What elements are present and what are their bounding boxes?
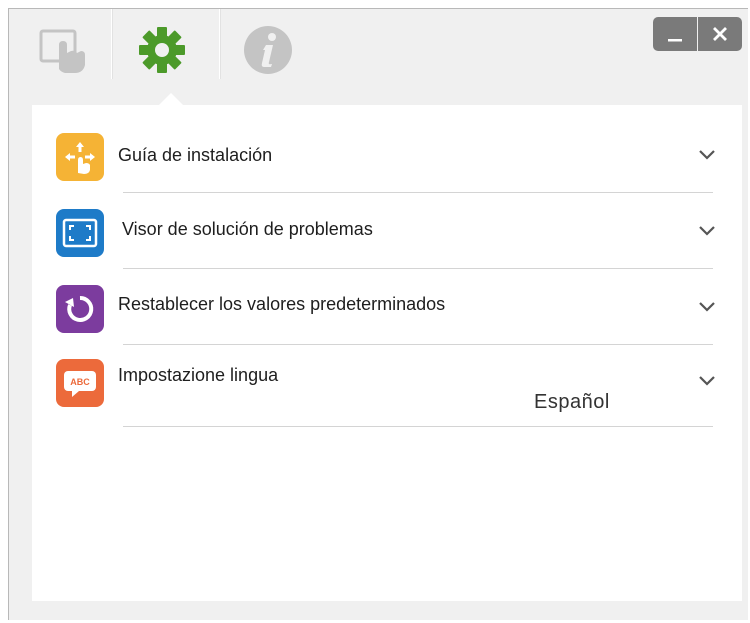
reset-defaults-item[interactable]: Restablecer los valores predeterminados [32,271,742,345]
minimize-icon [668,39,682,42]
language-icon: ABC [56,359,104,407]
tab-touch[interactable] [25,19,103,81]
settings-panel: Guía de instalación Visor de solución de… [32,105,742,601]
svg-text:ABC: ABC [70,377,90,387]
close-button[interactable] [698,17,742,51]
chevron-down-icon[interactable] [698,149,716,161]
tab-divider [219,9,220,79]
close-icon [713,27,727,41]
hand-touch-icon [39,29,85,73]
troubleshoot-viewer-label: Visor de solución de problemas [122,219,373,239]
setup-guide-item[interactable]: Guía de instalación [32,119,742,193]
language-setting-item[interactable]: ABC Impostazione lingua Español [32,345,742,427]
tab-settings[interactable] [123,19,201,81]
app-window: Guía de instalación Visor de solución de… [8,8,748,620]
divider [123,426,713,427]
language-setting-label: Impostazione lingua [118,365,279,385]
tab-divider [111,9,112,79]
language-selected-value[interactable]: Español [534,391,610,414]
setup-guide-label: Guía de instalación [118,145,273,165]
minimize-button[interactable] [653,17,697,51]
troubleshoot-viewer-item[interactable]: Visor de solución de problemas [32,195,742,269]
reset-defaults-label: Restablecer los valores predeterminados [118,294,446,314]
active-tab-pointer [159,93,183,105]
divider [123,192,713,193]
chevron-down-icon[interactable] [698,375,716,387]
info-icon [244,26,292,74]
chevron-down-icon[interactable] [698,225,716,237]
divider [123,268,713,269]
troubleshoot-viewer-icon [56,209,104,257]
tab-info[interactable] [229,19,307,81]
setup-guide-icon [56,133,104,181]
chevron-down-icon[interactable] [698,301,716,313]
reset-defaults-icon [56,285,104,333]
window-controls [653,17,742,51]
gear-icon [139,27,185,73]
